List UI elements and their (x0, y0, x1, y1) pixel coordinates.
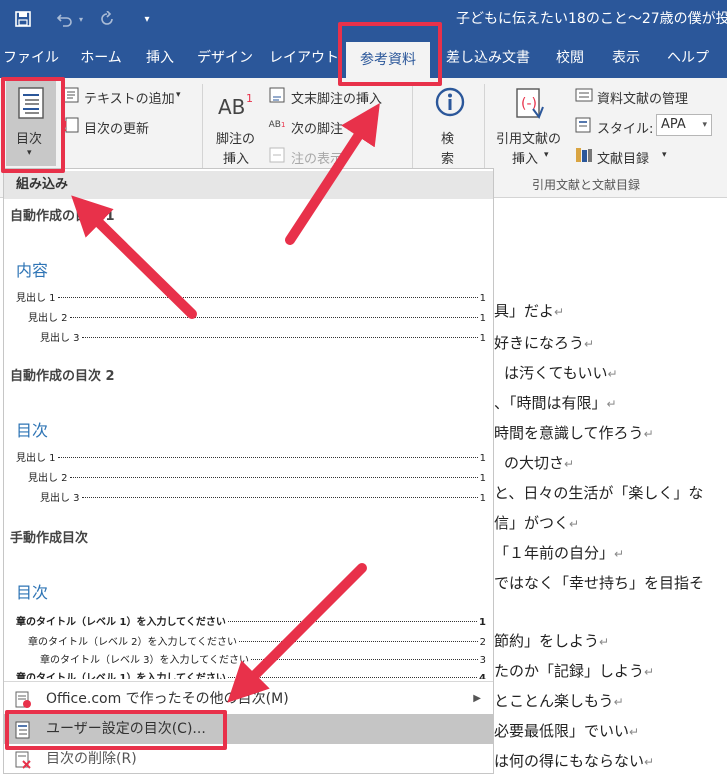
toc-preview-row: 章のタイトル（レベル 2）を入力してください 2 (28, 637, 486, 648)
manage-sources-icon (574, 86, 594, 104)
toc-preview-row: 見出し 21 (28, 313, 486, 324)
more-toc-label: Office.com で作ったその他の目次(M) (46, 691, 289, 707)
add-text-button[interactable]: テキストの追加 (84, 88, 175, 107)
tab-view[interactable]: 表示 (604, 38, 648, 78)
endnote-icon (268, 86, 286, 104)
next-footnote-button[interactable]: 次の脚注 (291, 118, 343, 137)
gallery-item-title: 手動作成目次 (10, 531, 89, 546)
document-line: と、日々の生活が「楽しく」な (494, 484, 704, 502)
document-line: ではなく「幸せ持ち」を目指そ (494, 574, 705, 592)
customize-qat-icon[interactable]: ▾ (136, 8, 158, 30)
remove-toc-icon (14, 750, 32, 769)
tab-insert[interactable]: 挿入 (138, 38, 182, 78)
menu-section-header: 組み込み (4, 171, 493, 199)
toc-preview-row: 章のタイトル（レベル 1）を入力してください 1 (16, 617, 486, 628)
document-line: 、「時間は有限」↵ (494, 394, 617, 412)
submenu-arrow-icon: ▶ (473, 693, 481, 704)
tab-help[interactable]: ヘルプ (664, 38, 712, 78)
document-line: 節約」をしよう↵ (494, 632, 610, 650)
insert-endnote-button[interactable]: 文末脚注の挿入 (291, 88, 382, 107)
toc-preview-heading: 目次 (16, 583, 49, 602)
toc-preview-row: 見出し 31 (40, 493, 486, 504)
references-tab-highlight (338, 22, 442, 86)
svg-text:AB: AB (218, 95, 245, 119)
toc-preview-row: 見出し 21 (28, 473, 486, 484)
citations-group-label: 引用文献と文献目録 (532, 178, 641, 192)
show-notes-button[interactable]: 注の表示 (291, 148, 343, 167)
toc-preview-row: 章のタイトル（レベル 1）を入力してください 4 (16, 673, 486, 679)
toc-preview-heading: 目次 (16, 421, 49, 440)
office-globe-icon (14, 690, 32, 708)
style-icon (574, 116, 594, 134)
insert-footnote-label[interactable]: 脚注の (216, 128, 255, 147)
chevron-down-icon: ▾ (702, 120, 707, 130)
save-icon[interactable] (12, 8, 34, 30)
tab-design[interactable]: デザイン (192, 38, 258, 78)
tab-home[interactable]: ホーム (70, 38, 132, 78)
toc-button-highlight (1, 77, 65, 173)
document-line: たのか「記録」しよう↵ (494, 662, 655, 680)
insert-footnote-label[interactable]: 挿入 (223, 148, 249, 167)
tab-layout[interactable]: レイアウト (266, 38, 342, 78)
footnote-icon: AB 1 (216, 90, 256, 120)
chevron-down-icon[interactable]: ▾ (662, 150, 667, 160)
search-button-label[interactable]: 索 (441, 148, 454, 167)
toc-dropdown-menu: 組み込み 自動作成の目次 1 内容 見出し 11 見出し 21 見出し 31 自… (3, 168, 494, 774)
toc-gallery-item-auto-2[interactable]: 自動作成の目次 2 目次 見出し 11 見出し 21 見出し 31 (4, 361, 493, 523)
insert-citation-label[interactable]: 挿入 (512, 148, 538, 167)
citation-style-value: APA (661, 117, 686, 132)
toc-preview-row: 見出し 11 (16, 293, 486, 304)
custom-toc-highlight (5, 710, 227, 750)
toc-gallery-item-manual[interactable]: 手動作成目次 目次 章のタイトル（レベル 1）を入力してください 1 章のタイトル… (4, 523, 493, 679)
show-notes-icon (268, 146, 286, 164)
bibliography-button[interactable]: 文献目録 (597, 148, 649, 167)
toc-preview-row: 見出し 31 (40, 333, 486, 344)
bibliography-icon (574, 146, 594, 164)
document-title: 子どもに伝えたい18のこと～27歳の僕が投資で (456, 11, 727, 27)
next-footnote-icon: AB 1 (268, 120, 286, 130)
menu-divider (4, 681, 493, 682)
gallery-item-title: 自動作成の目次 2 (10, 369, 115, 384)
tab-mailings[interactable]: 差し込み文書 (440, 38, 536, 78)
document-line: は汚くてもいい↵ (504, 364, 618, 382)
style-label: スタイル: (597, 122, 654, 137)
insert-citation-label[interactable]: 引用文献の (496, 128, 561, 147)
undo-icon[interactable] (54, 8, 76, 30)
svg-text:1: 1 (246, 92, 253, 105)
document-body[interactable]: 具」だよ↵ 好きになろう↵ は汚くてもいい↵ 、「時間は有限」↵ 時間を意識して… (494, 198, 727, 774)
tab-review[interactable]: 校閲 (548, 38, 592, 78)
insert-citation-icon: (-) (514, 86, 546, 122)
update-toc-button[interactable]: 目次の更新 (84, 118, 149, 137)
document-line: 時間を意識して作ろう↵ (494, 424, 654, 442)
document-line: 信」がつく↵ (494, 514, 580, 532)
document-line: とことん楽しもう↵ (494, 692, 624, 710)
toc-gallery-item-auto-1[interactable]: 自動作成の目次 1 内容 見出し 11 見出し 21 見出し 31 (4, 199, 493, 361)
remove-toc-label: 目次の削除(R) (46, 751, 137, 767)
search-button-label[interactable]: 検 (441, 128, 454, 147)
tab-file[interactable]: ファイル (0, 38, 62, 78)
chevron-down-icon[interactable]: ▾ (176, 90, 181, 100)
document-line: 具」だよ↵ (494, 302, 565, 320)
document-line: 必要最低限」でいい↵ (494, 722, 640, 740)
document-line: 「１年前の自分」↵ (494, 544, 625, 562)
toc-preview-row: 章のタイトル（レベル 3）を入力してください 3 (40, 655, 486, 666)
undo-dropdown-icon[interactable]: ▾ (76, 8, 86, 30)
manage-sources-button[interactable]: 資料文献の管理 (597, 88, 688, 107)
chevron-down-icon[interactable]: ▾ (544, 150, 549, 160)
document-line: の大切さ↵ (504, 454, 575, 472)
search-icon (434, 86, 466, 118)
document-line: 好きになろう↵ (494, 334, 595, 352)
redo-icon[interactable] (96, 8, 118, 30)
toc-preview-row: 見出し 11 (16, 453, 486, 464)
citation-style-select[interactable]: APA ▾ (656, 114, 712, 136)
document-line: は何の得にもならない↵ (494, 752, 655, 770)
toc-preview-heading: 内容 (16, 261, 49, 280)
gallery-item-title: 自動作成の目次 1 (10, 209, 115, 224)
